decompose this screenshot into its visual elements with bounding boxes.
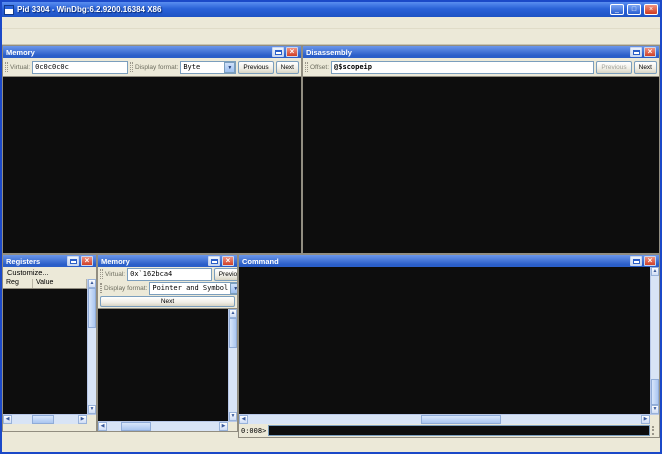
dock-area: Memory × Virtual: Display format: Byte ▼… — [2, 45, 660, 438]
memory2-panel-title: Memory — [101, 257, 130, 266]
disassembly-panel: Disassembly × Offset: Previous Next — [302, 45, 660, 254]
close-icon[interactable]: × — [286, 47, 298, 57]
memory2-toolbar-row2: Display format: Pointer and Symbol ▼ — [98, 281, 237, 295]
memory-content[interactable] — [3, 76, 301, 253]
dock-icon[interactable] — [630, 47, 642, 57]
next-button[interactable]: Next — [634, 61, 657, 74]
scroll-right-icon[interactable]: ▶ — [219, 422, 228, 431]
display-format-label: Display format: — [135, 64, 178, 71]
virtual-label: Virtual: — [105, 271, 125, 278]
memory2-content[interactable] — [98, 309, 228, 421]
close-button[interactable]: × — [644, 4, 658, 15]
display-format-select[interactable]: Pointer and Symbol ▼ — [149, 282, 238, 295]
disassembly-toolbar: Offset: Previous Next — [303, 58, 659, 76]
maximize-button[interactable]: □ — [627, 4, 641, 15]
registers-header: Reg Value — [3, 279, 87, 289]
next-button[interactable]: Next — [100, 296, 235, 307]
grip-icon — [130, 62, 133, 72]
scroll-down-icon[interactable]: ▼ — [229, 412, 237, 421]
memory2-hscrollbar[interactable]: ◀ ▶ — [98, 421, 237, 431]
registers-panel-title: Registers — [6, 257, 40, 266]
registers-content[interactable] — [3, 289, 87, 414]
display-format-label: Display format: — [104, 285, 147, 292]
status-bar — [2, 438, 660, 452]
display-format-select[interactable]: Byte ▼ — [180, 61, 236, 74]
grip-icon — [305, 62, 308, 72]
scroll-up-icon[interactable]: ▲ — [229, 309, 237, 318]
registers-vscrollbar[interactable]: ▲ ▼ — [87, 279, 96, 414]
grip-icon — [100, 283, 102, 293]
scroll-right-icon[interactable]: ▶ — [641, 415, 650, 424]
title-bar[interactable]: Pid 3304 - WinDbg:6.2.9200.16384 X86 _ □… — [2, 2, 660, 17]
close-icon[interactable]: × — [644, 256, 656, 266]
registers-panel-titlebar[interactable]: Registers × — [3, 255, 96, 267]
offset-label: Offset: — [310, 64, 329, 71]
grip-icon — [652, 426, 657, 435]
command-panel-title: Command — [242, 257, 279, 266]
registers-hscrollbar[interactable]: ◀ ▶ — [3, 414, 96, 424]
command-panel: Command × ▲ ▼ ◀ ▶ 0:008> — [238, 254, 660, 438]
close-icon[interactable]: × — [222, 256, 234, 266]
offset-input[interactable] — [331, 61, 594, 74]
next-button[interactable]: Next — [276, 61, 299, 74]
scroll-right-icon[interactable]: ▶ — [78, 415, 87, 424]
close-icon[interactable]: × — [81, 256, 93, 266]
chevron-down-icon: ▼ — [230, 283, 238, 294]
command-input-row: 0:008> — [239, 424, 659, 437]
app-icon — [4, 5, 14, 15]
minimize-button[interactable]: _ — [610, 4, 624, 15]
dock-icon[interactable] — [208, 256, 220, 266]
command-content[interactable] — [239, 267, 650, 414]
value-column-header[interactable]: Value — [33, 279, 87, 288]
disassembly-panel-title: Disassembly — [306, 48, 352, 57]
grip-icon — [5, 62, 8, 72]
dock-icon[interactable] — [67, 256, 79, 266]
memory2-toolbar-row1: Virtual: Previous — [98, 267, 237, 281]
command-prompt: 0:008> — [241, 427, 266, 435]
memory2-panel-titlebar[interactable]: Memory × — [98, 255, 237, 267]
chevron-down-icon: ▼ — [224, 62, 235, 73]
registers-panel: Registers × Customize... Reg Value ▲ ▼ — [2, 254, 97, 432]
reg-column-header[interactable]: Reg — [3, 279, 33, 288]
grip-icon — [100, 269, 103, 279]
windbg-window: Pid 3304 - WinDbg:6.2.9200.16384 X86 _ □… — [0, 0, 662, 454]
memory2-toolbar-row3: Next — [98, 295, 237, 308]
scroll-up-icon[interactable]: ▲ — [88, 279, 96, 288]
memory-toolbar: Virtual: Display format: Byte ▼ Previous… — [3, 58, 301, 76]
virtual-address-input[interactable] — [32, 61, 128, 74]
disassembly-content[interactable] — [303, 76, 659, 253]
window-title: Pid 3304 - WinDbg:6.2.9200.16384 X86 — [17, 5, 607, 14]
dock-icon[interactable] — [630, 256, 642, 266]
previous-button[interactable]: Previous — [596, 61, 631, 74]
scroll-left-icon[interactable]: ◀ — [239, 415, 248, 424]
command-input[interactable] — [268, 425, 650, 436]
previous-button[interactable]: Previous — [238, 61, 273, 74]
scroll-left-icon[interactable]: ◀ — [98, 422, 107, 431]
scroll-left-icon[interactable]: ◀ — [3, 415, 12, 424]
scroll-up-icon[interactable]: ▲ — [651, 267, 659, 276]
memory2-vscrollbar[interactable]: ▲ ▼ — [228, 309, 237, 421]
customize-button[interactable]: Customize... — [3, 267, 96, 279]
scroll-down-icon[interactable]: ▼ — [651, 405, 659, 414]
menu-bar — [2, 17, 660, 29]
toolbar — [2, 29, 660, 45]
scroll-down-icon[interactable]: ▼ — [88, 405, 96, 414]
command-hscrollbar[interactable]: ◀ ▶ — [239, 414, 659, 424]
previous-button[interactable]: Previous — [214, 268, 238, 281]
memory-panel-titlebar[interactable]: Memory × — [3, 46, 301, 58]
memory-panel: Memory × Virtual: Display format: Byte ▼… — [2, 45, 302, 254]
command-panel-titlebar[interactable]: Command × — [239, 255, 659, 267]
disassembly-panel-titlebar[interactable]: Disassembly × — [303, 46, 659, 58]
command-vscrollbar[interactable]: ▲ ▼ — [650, 267, 659, 414]
memory2-panel: Memory × Virtual: Previous Display forma… — [97, 254, 238, 432]
virtual-label: Virtual: — [10, 64, 30, 71]
dock-icon[interactable] — [272, 47, 284, 57]
close-icon[interactable]: × — [644, 47, 656, 57]
memory-panel-title: Memory — [6, 48, 35, 57]
virtual-address-input[interactable] — [127, 268, 212, 281]
